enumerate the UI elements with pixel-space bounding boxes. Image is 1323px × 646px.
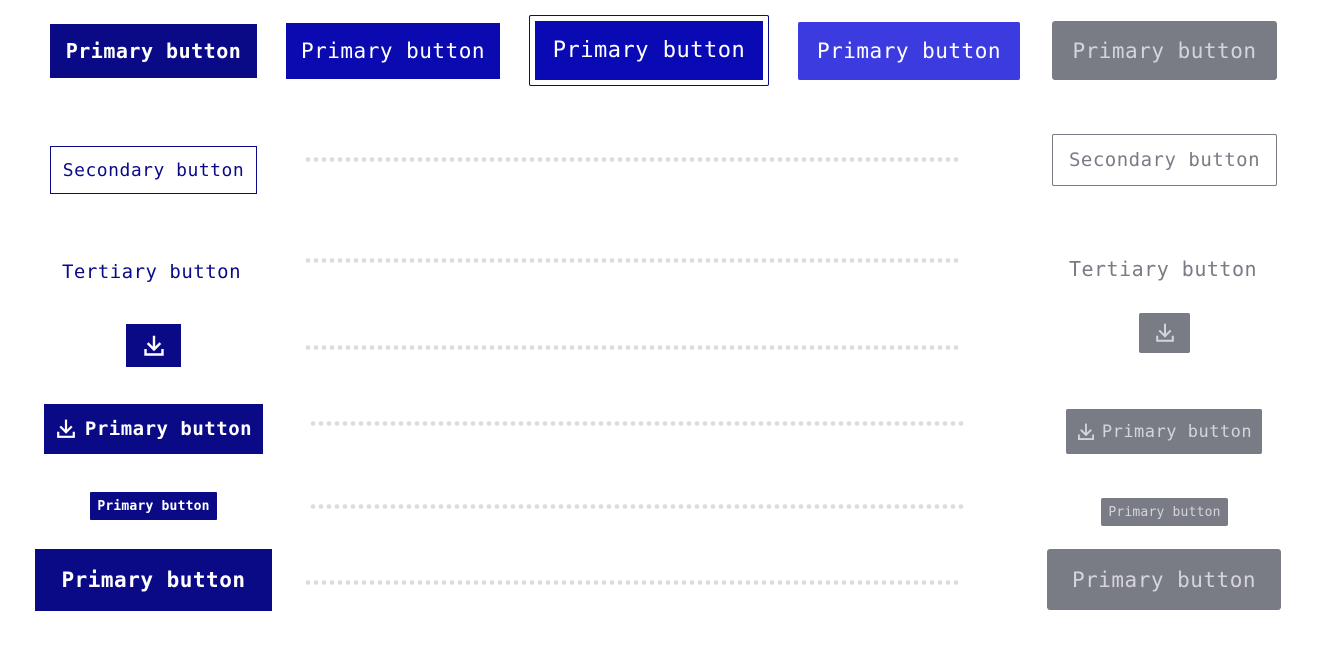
tertiary-button-disabled: Tertiary button: [1052, 252, 1274, 286]
placeholder-divider: [309, 504, 965, 509]
download-icon: [142, 334, 166, 358]
large-button-default-label: Primary button: [61, 568, 246, 592]
primary-button-disabled: Primary button: [1052, 21, 1277, 80]
secondary-button-default-label: Secondary button: [62, 159, 245, 181]
large-button-disabled: Primary button: [1047, 549, 1281, 610]
primary-button-hover-label: Primary button: [300, 39, 485, 63]
tertiary-button-disabled-label: Tertiary button: [1068, 257, 1258, 281]
tertiary-button-default[interactable]: Tertiary button: [50, 256, 253, 288]
placeholder-divider: [304, 580, 960, 585]
download-icon: [1154, 322, 1176, 344]
placeholder-divider: [304, 345, 960, 350]
icon-label-button-default-label: Primary button: [84, 418, 253, 440]
icon-button-default[interactable]: [126, 324, 181, 367]
placeholder-divider: [304, 258, 960, 263]
icon-label-button-disabled: Primary button: [1066, 409, 1262, 454]
primary-button-focus[interactable]: Primary button: [535, 21, 763, 80]
large-button-disabled-label: Primary button: [1071, 567, 1256, 592]
primary-button-focus-label: Primary button: [552, 38, 746, 63]
tertiary-button-default-label: Tertiary button: [61, 261, 242, 283]
download-icon: [55, 418, 77, 440]
icon-button-disabled: [1139, 313, 1190, 353]
placeholder-divider: [304, 157, 960, 162]
secondary-button-disabled: Secondary button: [1052, 134, 1277, 186]
icon-label-button-default[interactable]: Primary button: [44, 404, 263, 454]
primary-button-active-label: Primary button: [816, 39, 1001, 63]
small-button-disabled-label: Primary button: [1108, 504, 1221, 520]
secondary-button-default[interactable]: Secondary button: [50, 146, 257, 194]
large-button-default[interactable]: Primary button: [35, 549, 272, 611]
primary-button-disabled-label: Primary button: [1072, 38, 1257, 63]
primary-button-hover[interactable]: Primary button: [286, 23, 500, 79]
primary-button-active[interactable]: Primary button: [798, 22, 1020, 80]
small-button-default[interactable]: Primary button: [90, 492, 217, 520]
primary-button-default-label: Primary button: [65, 39, 242, 63]
small-button-disabled: Primary button: [1101, 498, 1228, 526]
primary-button-default[interactable]: Primary button: [50, 24, 257, 78]
small-button-default-label: Primary button: [97, 498, 210, 514]
secondary-button-disabled-label: Secondary button: [1068, 149, 1261, 171]
download-icon: [1076, 422, 1096, 442]
placeholder-divider: [309, 421, 965, 426]
icon-label-button-disabled-label: Primary button: [1101, 421, 1253, 442]
